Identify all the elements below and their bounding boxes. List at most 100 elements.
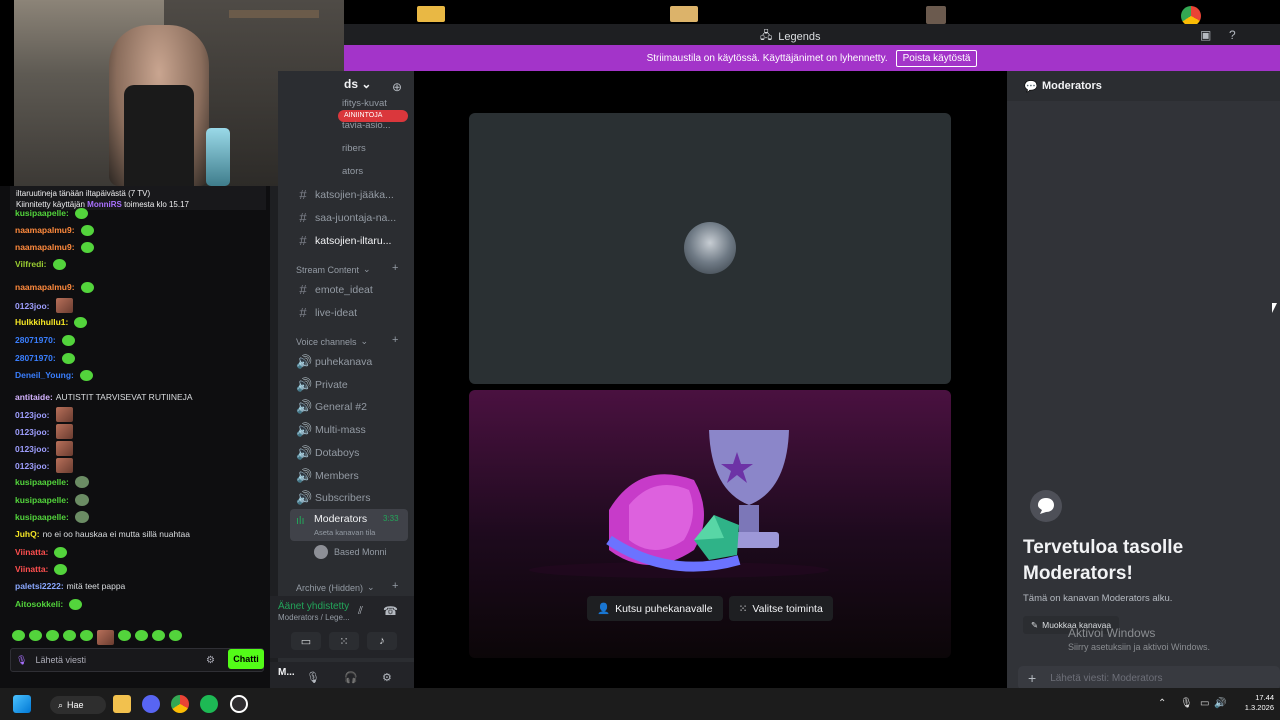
inbox-icon[interactable]: ▣ <box>1200 28 1214 42</box>
settings-icon[interactable]: ⚙ <box>206 655 215 666</box>
category-voice-channels[interactable]: Voice channels ⌄ <box>296 336 368 347</box>
chat-username[interactable]: 28071970: <box>15 352 56 364</box>
plus-icon[interactable]: + <box>1028 670 1036 686</box>
chat-username[interactable]: 0123joo: <box>15 460 50 472</box>
chat-username[interactable]: JuhQ: <box>15 528 40 540</box>
chat-username[interactable]: Deneil_Young: <box>15 369 74 381</box>
category-archive[interactable]: Archive (Hidden) ⌄ <box>296 582 375 593</box>
text-channel[interactable]: tavia-asio... <box>342 120 391 131</box>
invite-to-voice-button[interactable]: 👤 Kutsu puhekanavalle <box>587 596 723 621</box>
chat-username[interactable]: naamapalmu9: <box>15 281 75 293</box>
add-channel-icon[interactable]: + <box>392 580 398 592</box>
add-channel-icon[interactable]: + <box>392 262 398 274</box>
choose-activity-button[interactable]: ⁙ Valitse toiminta <box>728 596 833 621</box>
monitor-icon[interactable]: ▭ <box>1200 698 1209 709</box>
voice-channel[interactable]: 🔊 Subscribers <box>296 490 370 506</box>
microphone-tray-icon[interactable]: 🎙 <box>1180 698 1193 709</box>
text-channel[interactable]: ifitys-kuvat <box>342 98 387 109</box>
text-channel[interactable]: ribers <box>342 143 366 154</box>
emote-icon[interactable] <box>46 630 59 641</box>
emote-icon[interactable] <box>135 630 148 641</box>
chat-message: kusipaapelle: <box>15 511 89 523</box>
voice-channel[interactable]: 🔊 General #2 <box>296 399 367 415</box>
category-stream-content[interactable]: Stream Content ⌄ <box>296 264 371 275</box>
chat-username[interactable]: kusipaapelle: <box>15 511 69 523</box>
emote-icon <box>55 424 73 439</box>
chat-username[interactable]: 0123joo: <box>15 443 50 455</box>
text-channel[interactable]: # katsojien-jääka... <box>296 187 393 202</box>
noise-suppression-icon[interactable]: ⫽ <box>358 605 363 618</box>
message-input[interactable]: + Lähetä viesti: Moderators <box>1018 666 1280 690</box>
chevron-up-icon[interactable]: ⌃ <box>1158 698 1166 709</box>
obs-icon[interactable] <box>230 695 248 713</box>
server-name[interactable]: ds ⌄ <box>344 77 371 91</box>
chat-username[interactable]: Viinatta: <box>15 563 48 575</box>
chrome-icon[interactable] <box>1181 6 1201 26</box>
voice-connected-status[interactable]: Äänet yhdistetty <box>278 601 349 612</box>
emote-icon[interactable] <box>97 630 114 645</box>
chat-send-button[interactable]: Chatti <box>228 649 264 669</box>
emote-icon[interactable] <box>152 630 165 641</box>
emote-icon[interactable] <box>169 630 182 641</box>
voice-channel[interactable]: 🔊 puhekanava <box>296 354 372 370</box>
voice-channel-moderators[interactable]: ılı Moderators 3:33 Aseta kanavan tila <box>290 509 408 541</box>
emote-icon[interactable] <box>29 630 42 641</box>
chat-username[interactable]: Hulkkihullu1: <box>15 316 68 328</box>
pinned-user[interactable]: MonniRS <box>87 200 122 209</box>
text-channel[interactable]: ators <box>342 166 363 177</box>
chat-username[interactable]: kusipaapelle: <box>15 494 69 506</box>
folder-image-icon[interactable] <box>670 6 698 22</box>
text-channel[interactable]: # emote_ideat <box>296 282 372 297</box>
emote-icon[interactable] <box>63 630 76 641</box>
chat-input[interactable]: 🎙 Lähetä viesti ✐ ☺ <box>10 648 264 672</box>
chat-username[interactable]: antitaide: <box>15 391 53 403</box>
activity-button[interactable]: ⁙ <box>329 632 359 650</box>
text-channel[interactable]: # live-ideat <box>296 305 357 320</box>
chat-username[interactable]: 28071970: <box>15 334 56 346</box>
voice-channel[interactable]: 🔊 Members <box>296 468 359 484</box>
chat-username[interactable]: naamapalmu9: <box>15 241 75 253</box>
game-icon[interactable] <box>926 6 946 24</box>
voice-member[interactable]: Based Monni <box>314 545 387 559</box>
chat-username[interactable]: 0123joo: <box>15 409 50 421</box>
emote-icon[interactable] <box>80 630 93 641</box>
system-clock[interactable]: 17.44 1.3.2026 <box>1234 693 1274 713</box>
help-icon[interactable]: ? <box>1229 28 1243 42</box>
mic-icon[interactable]: 🎙 <box>16 655 27 666</box>
headphones-icon[interactable]: 🎧 <box>344 671 358 684</box>
chat-username[interactable]: kusipaapelle: <box>15 207 69 219</box>
microphone-icon[interactable]: 🎙 <box>306 671 320 684</box>
voice-channel[interactable]: 🔊 Dotaboys <box>296 445 359 461</box>
discord-icon[interactable] <box>142 695 160 713</box>
speaker-icon[interactable]: 🔊 <box>1214 698 1226 709</box>
emote-icon[interactable] <box>12 630 25 641</box>
chat-username[interactable]: Aitosokkeli: <box>15 598 63 610</box>
chat-username[interactable]: Vilfredi: <box>15 258 47 270</box>
emote-icon[interactable] <box>118 630 131 641</box>
disconnect-icon[interactable]: ☎ <box>383 604 398 618</box>
windows-start-icon[interactable] <box>13 695 31 713</box>
spotify-icon[interactable] <box>200 695 218 713</box>
taskbar-search[interactable]: ⌕ Hae <box>50 696 106 714</box>
disable-streamer-mode-button[interactable]: Poista käytöstä <box>895 49 978 67</box>
voice-channel[interactable]: 🔊 Multi-mass <box>296 422 366 438</box>
user-name[interactable]: M... <box>278 667 295 678</box>
voice-status-label[interactable]: Aseta kanavan tila <box>314 528 375 537</box>
text-channel[interactable]: # saa-juontaja-na... <box>296 210 396 225</box>
gear-icon[interactable]: ⚙ <box>382 671 392 684</box>
chat-username[interactable]: Viinatta: <box>15 546 48 558</box>
voice-channel[interactable]: 🔊 Private <box>296 377 348 393</box>
folder-icon[interactable] <box>417 6 445 22</box>
add-channel-icon[interactable]: + <box>392 334 398 346</box>
file-explorer-icon[interactable] <box>113 695 131 713</box>
chat-username[interactable]: kusipaapelle: <box>15 476 69 488</box>
chat-username[interactable]: 0123joo: <box>15 426 50 438</box>
soundboard-button[interactable]: ♪ <box>367 632 397 650</box>
chrome-icon[interactable] <box>171 695 189 713</box>
chat-username[interactable]: naamapalmu9: <box>15 224 75 236</box>
chat-username[interactable]: 0123joo: <box>15 300 50 312</box>
text-channel[interactable]: # katsojien-iltaru... <box>296 233 391 248</box>
chat-username[interactable]: paletsi2222: <box>15 580 64 592</box>
camera-button[interactable]: ▭ <box>291 632 321 650</box>
add-friend-icon[interactable]: ⊕ <box>392 80 402 94</box>
